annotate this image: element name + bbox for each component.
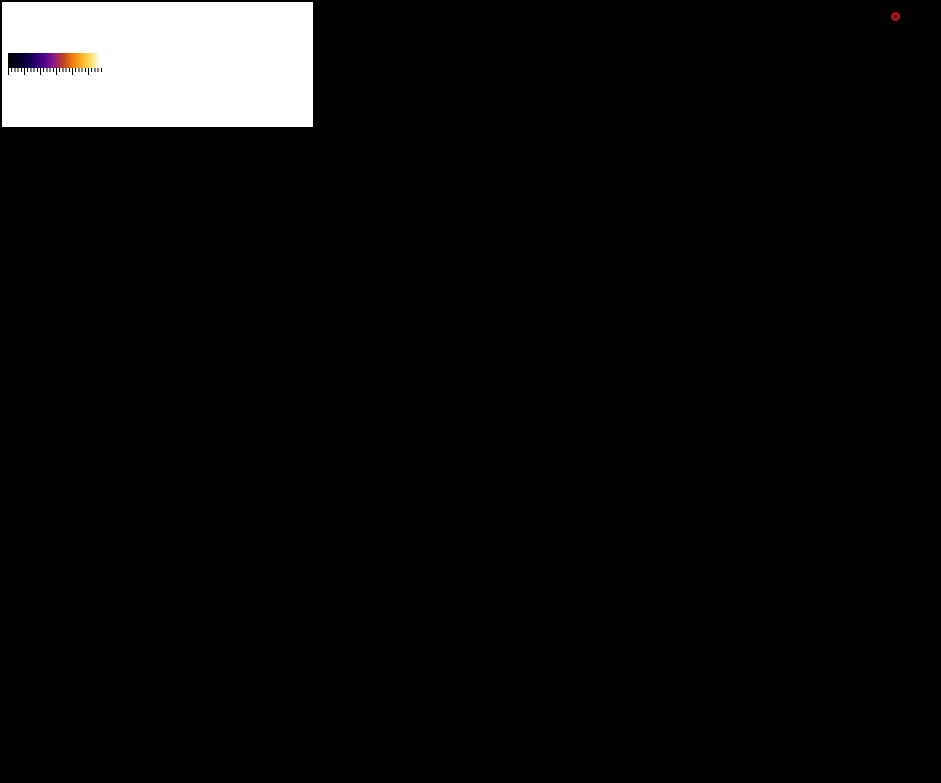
color-scale-legend [7,51,104,90]
color-scale-ruler [8,68,103,75]
color-scale-gradient [8,53,103,68]
spectrum-panel-canvas [858,0,941,783]
color-scale-labels [8,75,103,89]
frequency-axis-canvas [815,0,858,783]
peak-marker-dot [891,12,900,21]
spectrogram-app-window [0,0,941,783]
